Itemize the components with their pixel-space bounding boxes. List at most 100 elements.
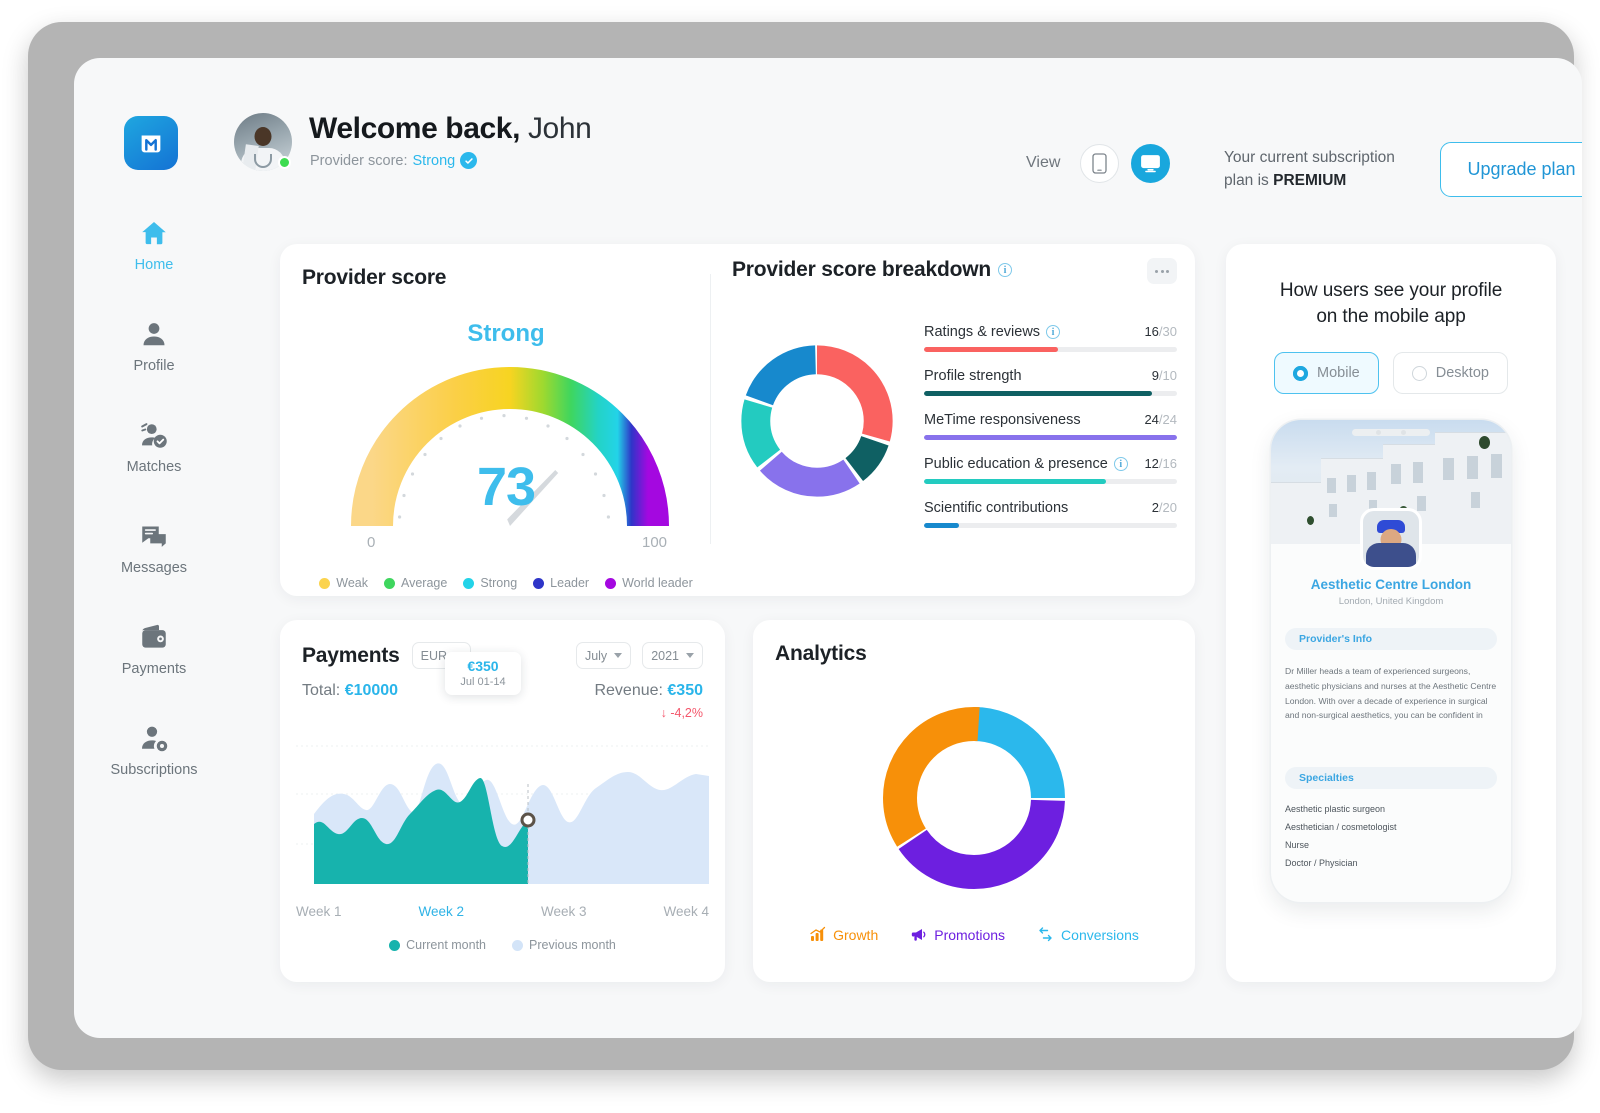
view-desktop-button[interactable] <box>1131 144 1170 183</box>
preview-option-mobile[interactable]: Mobile <box>1274 352 1379 394</box>
legend-item-conversions[interactable]: Conversions <box>1037 926 1139 943</box>
phone-notch <box>1352 429 1430 436</box>
week-label[interactable]: Week 1 <box>296 904 342 919</box>
upgrade-plan-button[interactable]: Upgrade plan <box>1440 142 1582 197</box>
legend-item: Current month <box>389 938 486 952</box>
metric-row: MeTime responsiveness 24/24 <box>924 412 1177 440</box>
metric-progress-fill <box>924 479 1106 484</box>
breakdown-donut-chart <box>732 336 902 506</box>
chat-icon <box>139 521 169 551</box>
payments-title: Payments <box>302 644 400 668</box>
payments-area-chart <box>296 732 709 902</box>
metric-progress-fill <box>924 391 1152 396</box>
clinic-location: London, United Kingdom <box>1271 596 1511 607</box>
gauge-max-label: 100 <box>642 534 667 551</box>
sidebar-item-label: Subscriptions <box>110 762 197 778</box>
revenue-label: Revenue: <box>594 682 667 699</box>
legend-dot <box>512 940 523 951</box>
preview-option-label: Mobile <box>1317 365 1360 381</box>
legend-label: Average <box>401 576 447 590</box>
legend-dot <box>605 578 616 589</box>
legend-label: Current month <box>406 938 486 952</box>
sidebar-item-home[interactable]: Home <box>74 218 234 273</box>
legend-item: Strong <box>463 576 517 590</box>
user-gear-icon <box>139 723 169 753</box>
growth-chart-icon <box>809 926 826 943</box>
sidebar-item-subscriptions[interactable]: Subscriptions <box>74 723 234 778</box>
info-icon[interactable]: i <box>998 263 1012 277</box>
phone-mockup: Aesthetic Centre London London, United K… <box>1271 420 1511 902</box>
analytics-legend: Growth Promotions Conversions <box>753 926 1195 943</box>
metric-progress-fill <box>924 435 1177 440</box>
megaphone-icon <box>910 926 927 943</box>
preview-option-label: Desktop <box>1436 365 1489 381</box>
sidebar-item-label: Matches <box>127 459 182 475</box>
legend-item-promotions[interactable]: Promotions <box>910 926 1005 943</box>
metric-progress-track <box>924 479 1177 484</box>
preview-option-desktop[interactable]: Desktop <box>1393 352 1508 394</box>
plan-line-2: plan is <box>1224 172 1273 189</box>
breakdown-metrics-list: Ratings & reviews i 16/30 Profile streng… <box>924 316 1177 544</box>
legend-item: World leader <box>605 576 693 590</box>
metric-score: 9 <box>1152 368 1159 383</box>
info-icon[interactable]: i <box>1046 325 1060 339</box>
legend-label: Promotions <box>934 927 1005 943</box>
info-icon[interactable]: i <box>1114 457 1128 471</box>
view-mobile-button[interactable] <box>1080 144 1119 183</box>
payments-revenue: Revenue: €350 <box>594 682 703 700</box>
legend-label: Conversions <box>1061 927 1139 943</box>
metric-score: 2 <box>1152 500 1159 515</box>
metric-name-text: Profile strength <box>924 368 1022 384</box>
user-icon <box>139 319 169 349</box>
app-screen: Welcome back, John Provider score: Stron… <box>74 58 1582 1038</box>
legend-item: Weak <box>319 576 368 590</box>
subscription-plan-text: Your current subscription plan is PREMIU… <box>1224 146 1424 193</box>
avatar[interactable] <box>234 113 292 171</box>
legend-item-growth[interactable]: Growth <box>809 926 878 943</box>
metric-total: /10 <box>1159 368 1177 383</box>
year-value: 2021 <box>651 649 679 663</box>
payments-tooltip: €350 Jul 01-14 <box>445 652 521 695</box>
metric-label: Profile strength <box>924 368 1022 384</box>
payments-total: Total: €10000 <box>302 682 398 700</box>
sidebar-item-matches[interactable]: Matches <box>74 420 234 475</box>
metric-label: Public education & presence i <box>924 456 1128 472</box>
week-label[interactable]: Week 4 <box>663 904 709 919</box>
more-options-icon[interactable] <box>1147 258 1177 284</box>
plan-name: PREMIUM <box>1273 172 1346 189</box>
metric-value: 2/20 <box>1152 500 1177 515</box>
verified-check-icon <box>460 152 477 169</box>
user-check-icon <box>139 420 169 450</box>
metric-value: 16/30 <box>1144 324 1177 339</box>
sidebar-item-payments[interactable]: Payments <box>74 622 234 677</box>
sidebar-item-profile[interactable]: Profile <box>74 319 234 374</box>
year-select[interactable]: 2021 <box>642 642 703 669</box>
legend-dot <box>384 578 395 589</box>
month-select[interactable]: July <box>576 642 631 669</box>
week-label[interactable]: Week 3 <box>541 904 587 919</box>
metric-progress-track <box>924 347 1177 352</box>
preview-title-line-1: How users see your profile <box>1280 280 1502 301</box>
legend-dot <box>463 578 474 589</box>
welcome-greeting: Welcome back, <box>309 112 520 145</box>
metric-row: Scientific contributions 2/20 <box>924 500 1177 528</box>
metric-progress-track <box>924 391 1177 396</box>
profile-avatar <box>1360 508 1422 570</box>
specialty-item: Aesthetician / cosmetologist <box>1285 822 1397 832</box>
sidebar-item-messages[interactable]: Messages <box>74 521 234 576</box>
legend-label: World leader <box>622 576 693 590</box>
sidebar-item-label: Payments <box>122 661 186 677</box>
wallet-icon <box>139 622 169 652</box>
legend-label: Previous month <box>529 938 616 952</box>
specialty-item: Doctor / Physician <box>1285 858 1358 868</box>
week-label-active[interactable]: Week 2 <box>418 904 464 919</box>
metric-score: 16 <box>1144 324 1158 339</box>
medicus-logo-icon[interactable] <box>124 116 178 170</box>
tooltip-value: €350 <box>445 658 521 674</box>
metric-name-text: Scientific contributions <box>924 500 1068 516</box>
provider-score-card: Provider score Strong <box>280 244 1195 596</box>
section-specialties: Specialties <box>1285 767 1497 789</box>
provider-score-value: Strong <box>413 153 456 169</box>
metric-row: Public education & presence i 12/16 <box>924 456 1177 484</box>
clinic-name: Aesthetic Centre London <box>1271 577 1511 592</box>
